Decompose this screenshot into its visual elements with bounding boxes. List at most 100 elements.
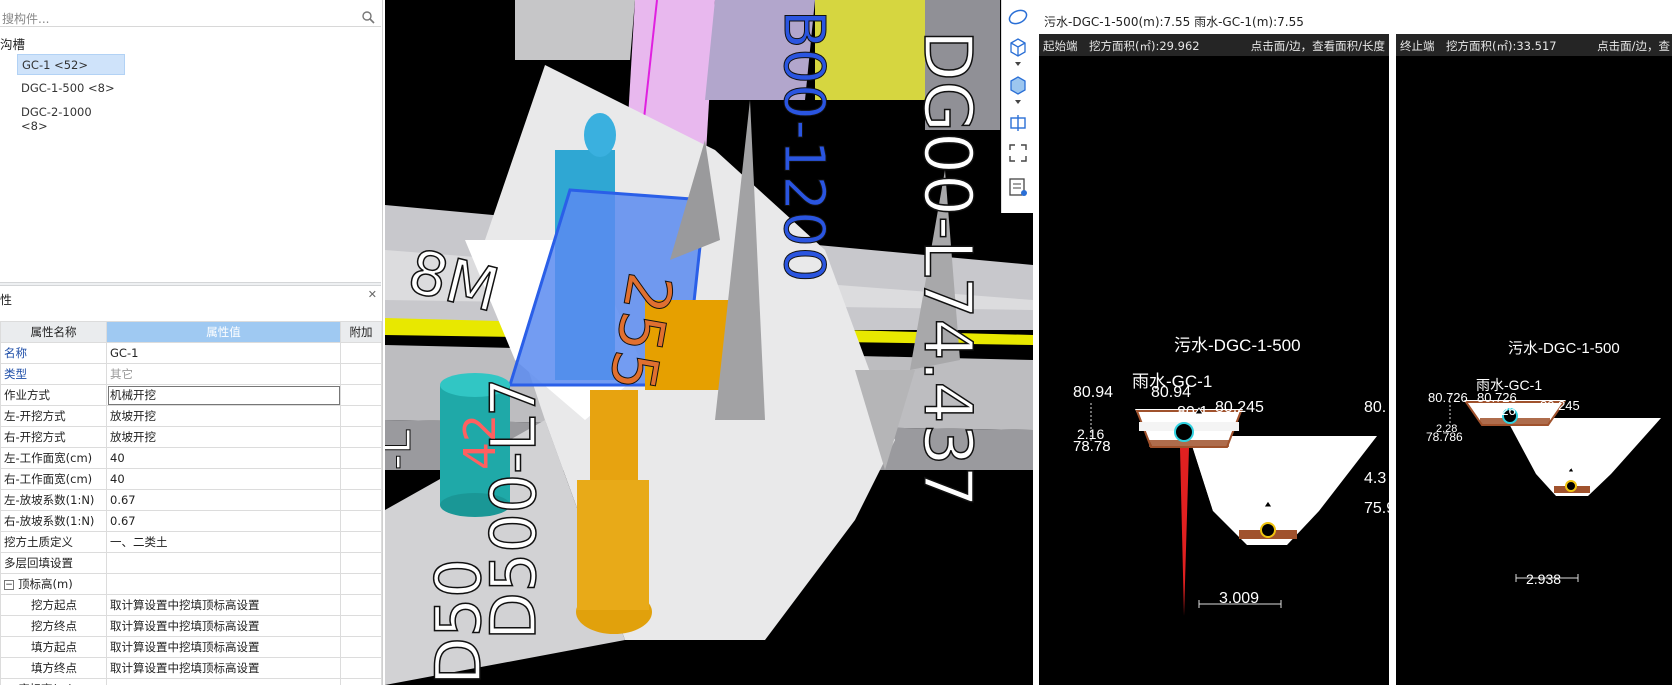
property-row[interactable]: 挖方土质定义 一、二类土: [0, 531, 382, 553]
close-icon[interactable]: ✕: [368, 288, 377, 301]
property-value[interactable]: 0.67: [106, 489, 341, 511]
property-value[interactable]: 40: [106, 447, 341, 469]
property-extra[interactable]: [340, 363, 382, 385]
property-row[interactable]: 右-开挖方式 放坡开挖: [0, 426, 382, 448]
property-name-text: 挖方终点: [31, 619, 77, 633]
section-end-view[interactable]: 终止端 挖方面积(㎡):33.517 点击面/边，查 污水-DGC-1-500 …: [1396, 34, 1672, 685]
end-big-trench[interactable]: [1506, 418, 1661, 496]
property-row[interactable]: 右-放坡系数(1:N) 0.67: [0, 510, 382, 532]
property-name: 名称: [0, 342, 107, 364]
start-label-r1: 80.: [1364, 399, 1387, 416]
3d-scene[interactable]: DG00-L74.437 8M D500-L7 D50 B00-1200 255…: [385, 0, 1033, 685]
property-value[interactable]: 取计算设置中挖填顶标高设置: [106, 615, 341, 637]
property-extra[interactable]: [340, 468, 382, 490]
left-panel: 搜构件... 沟槽 GC-1 <52> DGC-1-500 <8> DGC-2-…: [0, 0, 383, 685]
search-icon[interactable]: [361, 10, 375, 24]
property-value[interactable]: 0.67: [106, 510, 341, 532]
component-search[interactable]: 搜构件...: [0, 7, 381, 27]
properties-header: 性 ✕: [0, 288, 381, 307]
property-value[interactable]: [106, 552, 341, 574]
property-extra[interactable]: [340, 447, 382, 469]
properties-header-row: 属性名称 属性值 附加: [0, 321, 382, 343]
tree-item-dgc-2-1000[interactable]: DGC-2-1000 <8>: [17, 102, 125, 133]
property-value[interactable]: 其它: [106, 363, 341, 385]
property-extra[interactable]: [340, 678, 382, 685]
property-extra[interactable]: [340, 489, 382, 511]
label-pipe-length: DG00-L74.437: [909, 30, 986, 507]
end-section-drawing[interactable]: [1396, 56, 1672, 685]
tree-item-gc-1[interactable]: GC-1 <52>: [17, 54, 125, 75]
property-row[interactable]: −底标高(m): [0, 678, 382, 685]
property-row[interactable]: − 顶标高(m): [0, 573, 382, 595]
property-extra[interactable]: [340, 342, 382, 364]
collapse-icon[interactable]: −: [4, 579, 14, 590]
property-row[interactable]: 类型 其它: [0, 363, 382, 385]
property-row[interactable]: 填方起点 取计算设置中挖填顶标高设置: [0, 636, 382, 658]
property-row[interactable]: 左-放坡系数(1:N) 0.67: [0, 489, 382, 511]
property-extra[interactable]: [340, 594, 382, 616]
property-row[interactable]: 作业方式 机械开挖: [0, 384, 382, 406]
property-value[interactable]: 取计算设置中挖填顶标高设置: [106, 594, 341, 616]
3d-viewport[interactable]: DG00-L74.437 8M D500-L7 D50 B00-1200 255…: [385, 0, 1033, 685]
properties-table: 属性名称 属性值 附加 名称 GC-1 类型 其它 作业方式 机械开挖 左-开挖方式 放坡开挖…: [0, 321, 382, 685]
fullscreen-icon[interactable]: [1007, 142, 1029, 164]
property-value[interactable]: 放坡开挖: [106, 405, 341, 427]
property-value[interactable]: [106, 678, 341, 685]
property-row[interactable]: 名称 GC-1: [0, 342, 382, 364]
property-row[interactable]: 左-开挖方式 放坡开挖: [0, 405, 382, 427]
property-value[interactable]: [106, 573, 341, 595]
property-name: 左-开挖方式: [0, 405, 107, 427]
property-extra[interactable]: [340, 636, 382, 658]
panel-splitter[interactable]: [0, 282, 381, 286]
tree-item-dgc-1-500[interactable]: DGC-1-500 <8>: [17, 78, 125, 99]
box-view-icon[interactable]: [1007, 36, 1029, 58]
property-value[interactable]: GC-1: [106, 342, 341, 364]
property-value[interactable]: 放坡开挖: [106, 426, 341, 448]
tree-root-trench[interactable]: 沟槽: [0, 34, 25, 53]
start-red-marker: [1180, 448, 1189, 616]
property-value[interactable]: 机械开挖: [106, 384, 341, 406]
property-row[interactable]: 左-工作面宽(cm) 40: [0, 447, 382, 469]
dropdown-icon[interactable]: [1007, 58, 1029, 70]
dropdown-icon[interactable]: [1007, 96, 1029, 108]
orbit-icon[interactable]: [1007, 6, 1029, 28]
property-name-text: 填方终点: [31, 661, 77, 675]
property-extra[interactable]: [340, 384, 382, 406]
property-name: 右-工作面宽(cm): [0, 468, 107, 490]
property-row[interactable]: 挖方终点 取计算设置中挖填顶标高设置: [0, 615, 382, 637]
end-end-label: 终止端: [1400, 39, 1435, 53]
start-label-t2: 80.94: [1151, 384, 1192, 401]
end-label-pipe-big: 污水-DGC-1-500: [1508, 340, 1620, 357]
property-row[interactable]: 挖方起点 取计算设置中挖填顶标高设置: [0, 594, 382, 616]
property-name: −底标高(m): [0, 678, 107, 685]
col-extra: 附加: [340, 321, 382, 343]
property-extra[interactable]: [340, 531, 382, 553]
properties-view-icon[interactable]: [1007, 176, 1029, 198]
property-extra[interactable]: [340, 405, 382, 427]
property-extra[interactable]: [340, 426, 382, 448]
property-value[interactable]: 取计算设置中挖填顶标高设置: [106, 636, 341, 658]
property-row[interactable]: 右-工作面宽(cm) 40: [0, 468, 382, 490]
end-label-t4: 80.026: [1476, 403, 1516, 418]
property-value[interactable]: 一、二类土: [106, 531, 341, 553]
start-label-t6: 78.78: [1073, 438, 1111, 455]
section-topbar: 污水-DGC-1-500(m):7.55 雨水-GC-1(m):7.55: [1035, 0, 1672, 33]
property-extra[interactable]: [340, 552, 382, 574]
property-extra[interactable]: [340, 510, 382, 532]
section-end-header: 终止端 挖方面积(㎡):33.517 点击面/边，查: [1396, 34, 1672, 56]
property-row[interactable]: 多层回填设置: [0, 552, 382, 574]
start-section-drawing[interactable]: [1039, 56, 1389, 685]
property-name-text: 左-工作面宽(cm): [4, 451, 93, 465]
search-input[interactable]: 搜构件...: [2, 10, 49, 27]
property-value[interactable]: 取计算设置中挖填顶标高设置: [106, 657, 341, 679]
section-start-view[interactable]: 起始端 挖方面积(㎡):29.962 点击面/边，查看面积/长度 污水-DGC-…: [1039, 34, 1389, 685]
property-extra[interactable]: [340, 657, 382, 679]
box-solid-icon[interactable]: [1007, 74, 1029, 96]
section-summary: 污水-DGC-1-500(m):7.55 雨水-GC-1(m):7.55: [1044, 15, 1304, 29]
property-row[interactable]: 填方终点 取计算设置中挖填顶标高设置: [0, 657, 382, 679]
start-label-pipe-big: 污水-DGC-1-500: [1174, 336, 1301, 355]
section-icon[interactable]: [1007, 112, 1029, 134]
property-extra[interactable]: [340, 615, 382, 637]
property-value[interactable]: 40: [106, 468, 341, 490]
property-extra[interactable]: [340, 573, 382, 595]
